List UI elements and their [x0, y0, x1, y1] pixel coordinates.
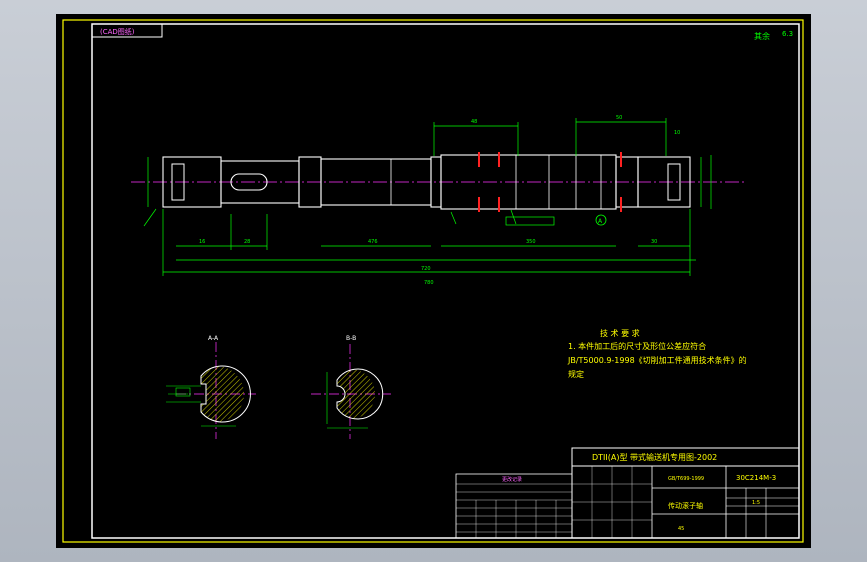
cad-drawing: (CAD图纸) 其余 6.3 A 48 50 10 720 780 16 28 … — [62, 19, 804, 543]
dim-right-seg-a: 30 — [651, 239, 657, 245]
dim-small-a: 10 — [674, 130, 680, 136]
tolerance-frame — [505, 216, 555, 226]
title-standard: GB/T699-1999 — [668, 476, 704, 482]
title-drawing-no: 30C214M-3 — [736, 474, 776, 482]
revision-header: 更改记录 — [502, 476, 522, 483]
dim-mid-len: 476 — [368, 239, 378, 245]
shaft-main-view: A 48 50 10 720 780 16 28 476 30 350 — [131, 115, 746, 286]
section-b-label: B-B — [346, 335, 356, 342]
title-material: 45 — [678, 526, 684, 532]
dim-key-len: 28 — [244, 239, 250, 245]
dim-left-seg: 16 — [199, 239, 205, 245]
dim-total-span: 720 — [421, 266, 431, 272]
title-tab: (CAD图纸) — [100, 27, 135, 36]
section-a-label: A-A — [208, 335, 219, 342]
tech-requirements: 技 术 要 求 1. 本件加工后的尺寸及形位公差应符合 JB/T5000.9-1… — [567, 328, 747, 379]
tech-line-1: 1. 本件加工后的尺寸及形位公差应符合 — [568, 341, 706, 351]
title-block: DTII(A)型 带式输送机专用图-2002 更改记录 GB/T699-1999… — [455, 447, 800, 539]
tech-line-2: JB/T5000.9-1998《切削加工件通用技术条件》的 — [567, 355, 747, 365]
datum-label: A — [598, 218, 603, 225]
dim-right-seg-b: 350 — [526, 239, 536, 245]
dim-top-left: 48 — [471, 119, 477, 125]
corner-roughness: 6.3 — [782, 30, 793, 38]
dim-overall: 780 — [424, 280, 434, 286]
section-b-view: B-B — [311, 335, 391, 439]
dim-top-right: 50 — [616, 115, 622, 121]
drawing-canvas: (CAD图纸) 其余 6.3 A 48 50 10 720 780 16 28 … — [56, 14, 811, 548]
title-project: DTII(A)型 带式输送机专用图-2002 — [592, 452, 717, 462]
corner-mark: 其余 — [754, 31, 770, 41]
title-scale: 1:5 — [752, 500, 760, 506]
section-a-view: A-A — [166, 335, 256, 439]
tech-heading: 技 术 要 求 — [600, 328, 640, 338]
title-part-name: 传动滚子轴 — [668, 501, 703, 510]
tech-line-3: 规定 — [568, 369, 584, 379]
